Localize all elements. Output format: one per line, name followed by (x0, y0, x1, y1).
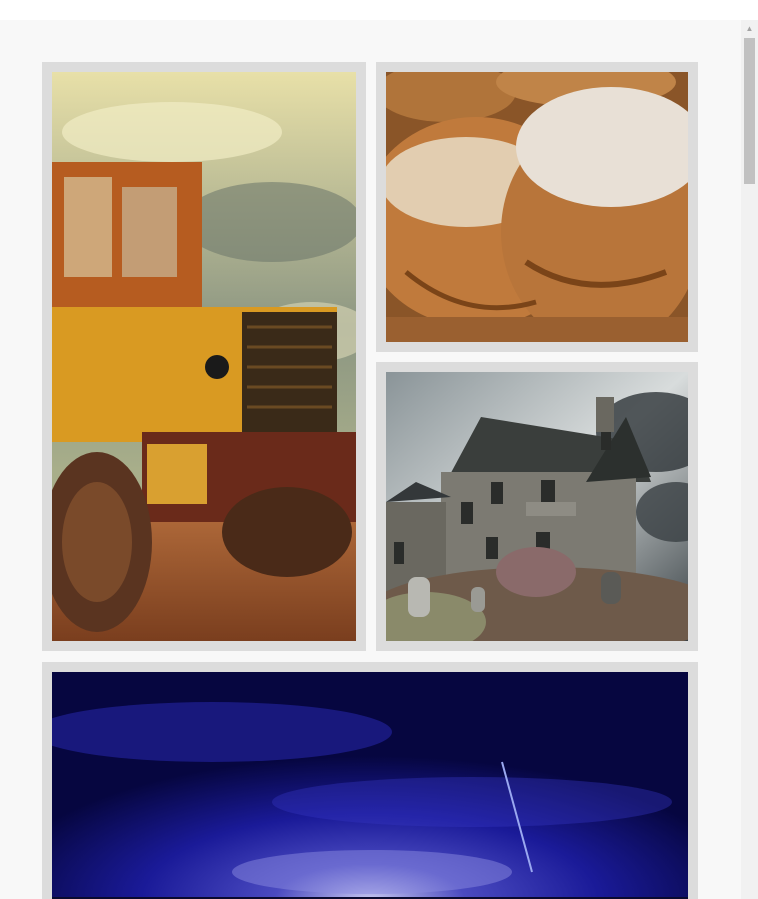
haunted-house-photo (386, 372, 688, 641)
tractor-photo (52, 72, 356, 641)
night-sky-photo (52, 672, 688, 899)
gallery-tile-tractor[interactable] (42, 62, 366, 651)
bread-photo (386, 72, 688, 342)
gallery-tile-night-sky[interactable] (42, 662, 698, 899)
vertical-scrollbar[interactable]: ▲ (741, 20, 758, 899)
scroll-thumb[interactable] (744, 38, 755, 184)
triangle-up-icon[interactable]: ▲ (741, 20, 758, 37)
gallery-tile-house[interactable] (376, 362, 698, 651)
window-top-bar (0, 0, 758, 20)
gallery-tile-bread[interactable] (376, 62, 698, 352)
gallery-viewport (0, 20, 741, 899)
